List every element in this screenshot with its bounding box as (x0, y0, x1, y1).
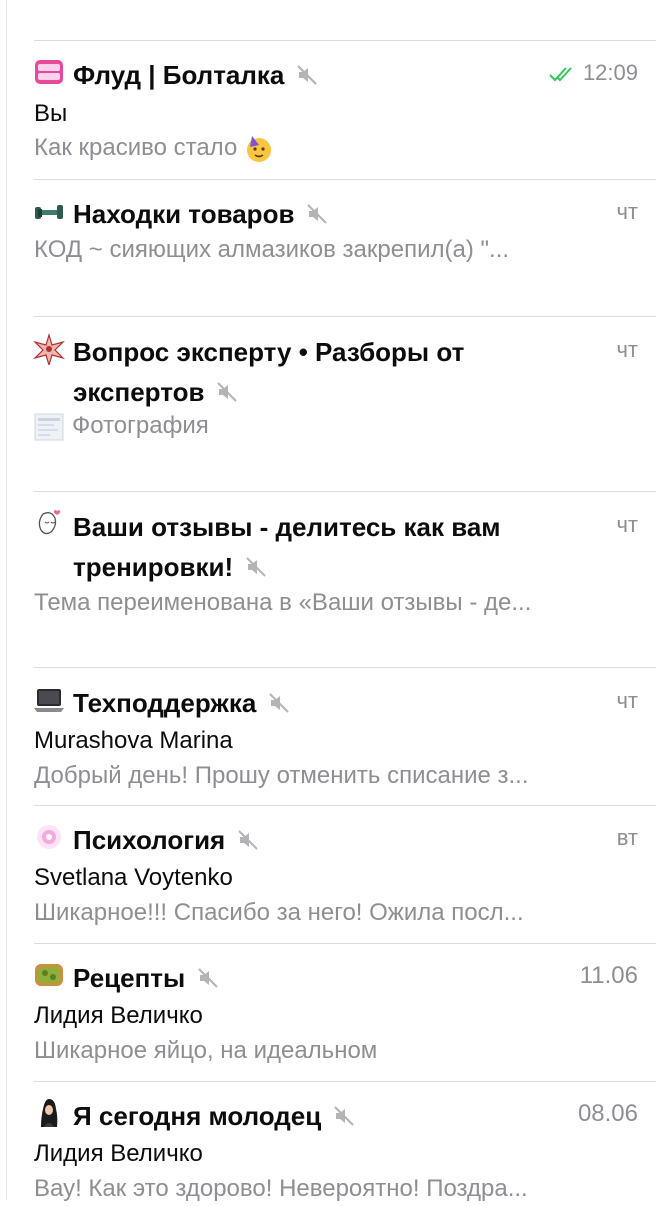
topic-time: чт (616, 337, 638, 362)
topic-preview: Фотография (34, 409, 638, 443)
muted-speaker-icon (198, 968, 218, 988)
topic-title: Флуд | Болталка (73, 54, 564, 94)
topic-row-vopros-ekspertu[interactable]: Вопрос эксперту • Разборы от экспертов ч… (0, 317, 656, 491)
topic-sender: Svetlana Voytenko (34, 864, 233, 891)
topic-time: 08.06 (577, 1100, 638, 1127)
topic-row-tekhpodderzhka[interactable]: Техподдержка чт Murashova Marina Добрый … (0, 668, 656, 805)
dumbbell-icon (35, 205, 63, 219)
topic-sender: Лидия Величко (34, 1140, 203, 1167)
topic-preview: Тема переименована в «Ваши отзывы - де..… (34, 589, 532, 616)
topic-time: 11.06 (579, 962, 638, 989)
topic-time: вт (616, 825, 638, 850)
topic-sender: Murashova Marina (34, 727, 233, 754)
partying-face-emoji-icon (246, 135, 271, 162)
topic-row-fludd[interactable]: Флуд | Болталка 12:09 Вы Как красиво ста… (0, 41, 656, 179)
topic-preview: Как красиво стало (34, 131, 638, 165)
topic-row-psikhologiya[interactable]: Психология вт Svetlana Voytenko Шикарное… (0, 806, 656, 943)
girl-sketch-icon (38, 510, 61, 535)
muted-speaker-icon (246, 557, 266, 577)
topic-preview: Вау! Как это здорово! Невероятно! Поздра… (34, 1175, 528, 1202)
muted-speaker-icon (297, 65, 318, 85)
topic-title: Техподдержка (73, 682, 564, 722)
photo-thumbnail-icon (34, 413, 64, 441)
topic-sender: Лидия Величко (34, 1002, 203, 1029)
muted-speaker-icon (269, 693, 290, 713)
topic-time: чт (616, 688, 638, 713)
topic-preview: Шикарное!!! Спасибо за него! Ожила посл.… (34, 899, 524, 926)
topic-preview: Шикарное яйцо, на идеальном (34, 1037, 378, 1064)
girl-power-sticker-icon (35, 60, 63, 84)
topic-row-ya-segodnya-molodets[interactable]: Я сегодня молодец 08.06 Лидия Величко Ва… (0, 1082, 656, 1202)
topic-title: Находки товаров (73, 193, 564, 233)
topic-preview: Добрый день! Прошу отменить списание з..… (34, 762, 529, 789)
topic-title: Ваши отзывы - делитесь как вам тренировк… (73, 512, 501, 583)
topic-row-retsepty[interactable]: Рецепты 11.06 Лидия Величко Шикарное яйц… (0, 944, 656, 1081)
double-check-icon (549, 67, 572, 82)
avocado-toast-icon (35, 964, 63, 986)
topic-preview: КОД ~ сияющих алмазиков закрепил(а) "... (34, 236, 510, 263)
topic-sender: Вы (34, 100, 68, 127)
laptop-icon (34, 689, 64, 712)
topic-time: чт (616, 512, 638, 537)
topic-time: 12:09 (549, 54, 638, 92)
muted-speaker-icon (334, 1106, 354, 1126)
topic-title: Я сегодня молодец (73, 1095, 564, 1135)
topic-title: Вопрос эксперту • Разборы от экспертов (73, 337, 465, 408)
muted-speaker-icon (307, 204, 328, 224)
star-burst-icon (33, 333, 65, 365)
topic-title: Рецепты (73, 957, 564, 997)
pink-glow-icon (37, 825, 61, 849)
topic-time: чт (616, 199, 638, 224)
woman-silhouette-icon (41, 1099, 58, 1127)
muted-speaker-icon (217, 382, 238, 402)
topic-row-nakhodki[interactable]: Находки товаров чт КОД ~ сияющих алмазик… (0, 180, 656, 316)
topic-row-vashi-otzyvy[interactable]: Ваши отзывы - делитесь как вам тренировк… (0, 492, 656, 667)
muted-speaker-icon (238, 830, 258, 850)
topic-title: Психология (73, 819, 564, 859)
